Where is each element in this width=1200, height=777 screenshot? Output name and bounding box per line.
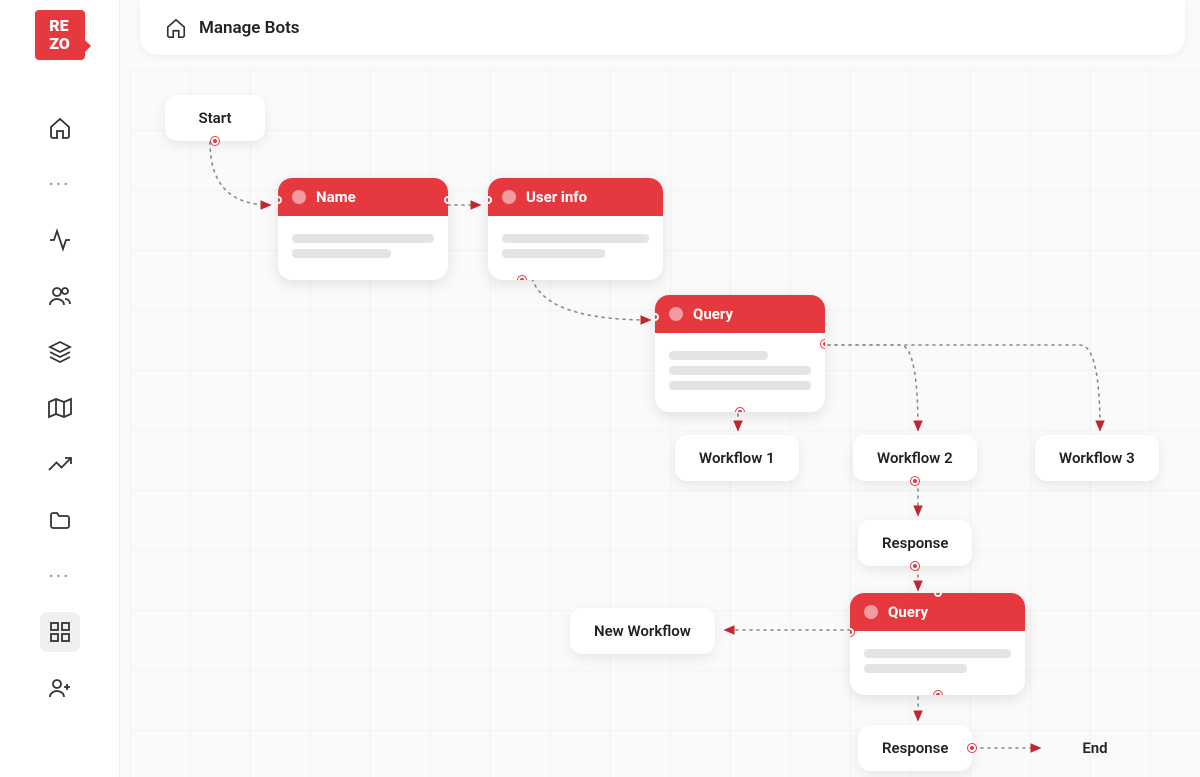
trending-icon: [48, 452, 72, 476]
status-dot-icon: [502, 190, 516, 204]
node-body: [488, 216, 663, 280]
node-name[interactable]: Name: [278, 178, 448, 280]
node-label: User info: [526, 188, 587, 206]
node-query[interactable]: Query: [655, 295, 825, 412]
placeholder-line: [669, 381, 811, 390]
node-label: Workflow 3: [1059, 449, 1135, 467]
nav-more-top[interactable]: ···: [40, 164, 80, 204]
node-response[interactable]: Response: [858, 520, 972, 566]
nav-map[interactable]: [40, 388, 80, 428]
placeholder-line: [864, 664, 967, 673]
status-dot-icon: [864, 605, 878, 619]
node-body: [655, 333, 825, 412]
flow-canvas[interactable]: Start Name User info Query: [130, 70, 1200, 777]
node-label: Response: [882, 534, 948, 552]
port-out-bottom[interactable]: [736, 408, 744, 412]
users-icon: [48, 284, 72, 308]
node-body: [850, 631, 1025, 695]
node-label: Name: [316, 188, 356, 206]
node-response-2[interactable]: Response: [858, 725, 972, 771]
node-label: Query: [888, 603, 928, 621]
home-icon: [48, 116, 72, 140]
port-out[interactable]: [211, 137, 219, 145]
port-out-right[interactable]: [821, 340, 825, 348]
port-out[interactable]: [911, 562, 919, 570]
nav-dashboard[interactable]: [40, 612, 80, 652]
node-label: New Workflow: [594, 622, 691, 640]
node-query-2[interactable]: Query: [850, 593, 1025, 695]
node-header: Name: [278, 178, 448, 216]
nav-home[interactable]: [40, 108, 80, 148]
port-out[interactable]: [968, 744, 976, 752]
port-out[interactable]: [518, 276, 526, 280]
nav-add-user[interactable]: [40, 668, 80, 708]
status-dot-icon: [292, 190, 306, 204]
node-label: End: [1082, 739, 1107, 757]
placeholder-line: [502, 249, 605, 258]
node-header: User info: [488, 178, 663, 216]
port-out[interactable]: [444, 196, 448, 204]
node-label: Query: [693, 305, 733, 323]
node-workflow-3[interactable]: Workflow 3: [1035, 435, 1159, 481]
nav-trending[interactable]: [40, 444, 80, 484]
map-icon: [48, 396, 72, 420]
port-out-bottom[interactable]: [934, 691, 942, 695]
placeholder-line: [292, 234, 434, 243]
page-title: Manage Bots: [199, 18, 300, 38]
nav-more-bottom[interactable]: ···: [40, 556, 80, 596]
home-icon: [165, 17, 187, 39]
sidebar: RE ZO ··· ···: [0, 0, 120, 777]
node-label: Start: [198, 109, 231, 127]
node-new-workflow[interactable]: New Workflow: [570, 608, 715, 654]
status-dot-icon: [669, 307, 683, 321]
node-workflow-2[interactable]: Workflow 2: [853, 435, 977, 481]
connectors: [130, 70, 1200, 777]
node-label: Workflow 1: [699, 449, 775, 467]
port-out[interactable]: [911, 477, 919, 485]
node-workflow-1[interactable]: Workflow 1: [675, 435, 799, 481]
brand-logo: RE ZO: [35, 10, 85, 60]
nav-users[interactable]: [40, 276, 80, 316]
topbar: Manage Bots: [140, 0, 1185, 55]
node-label: Response: [882, 739, 948, 757]
nav-layers[interactable]: [40, 332, 80, 372]
nav-folder[interactable]: [40, 500, 80, 540]
node-header: Query: [655, 295, 825, 333]
folder-icon: [48, 508, 72, 532]
node-header: Query: [850, 593, 1025, 631]
placeholder-line: [864, 649, 1011, 658]
placeholder-line: [502, 234, 649, 243]
node-label: Workflow 2: [877, 449, 953, 467]
node-user-info[interactable]: User info: [488, 178, 663, 280]
dashboard-icon: [48, 620, 72, 644]
activity-icon: [48, 228, 72, 252]
node-start[interactable]: Start: [165, 95, 265, 141]
node-end[interactable]: End: [1045, 725, 1145, 771]
add-user-icon: [48, 676, 72, 700]
placeholder-line: [669, 351, 768, 360]
placeholder-line: [669, 366, 811, 375]
placeholder-line: [292, 249, 391, 258]
nav-activity[interactable]: [40, 220, 80, 260]
node-body: [278, 216, 448, 280]
layers-icon: [48, 340, 72, 364]
